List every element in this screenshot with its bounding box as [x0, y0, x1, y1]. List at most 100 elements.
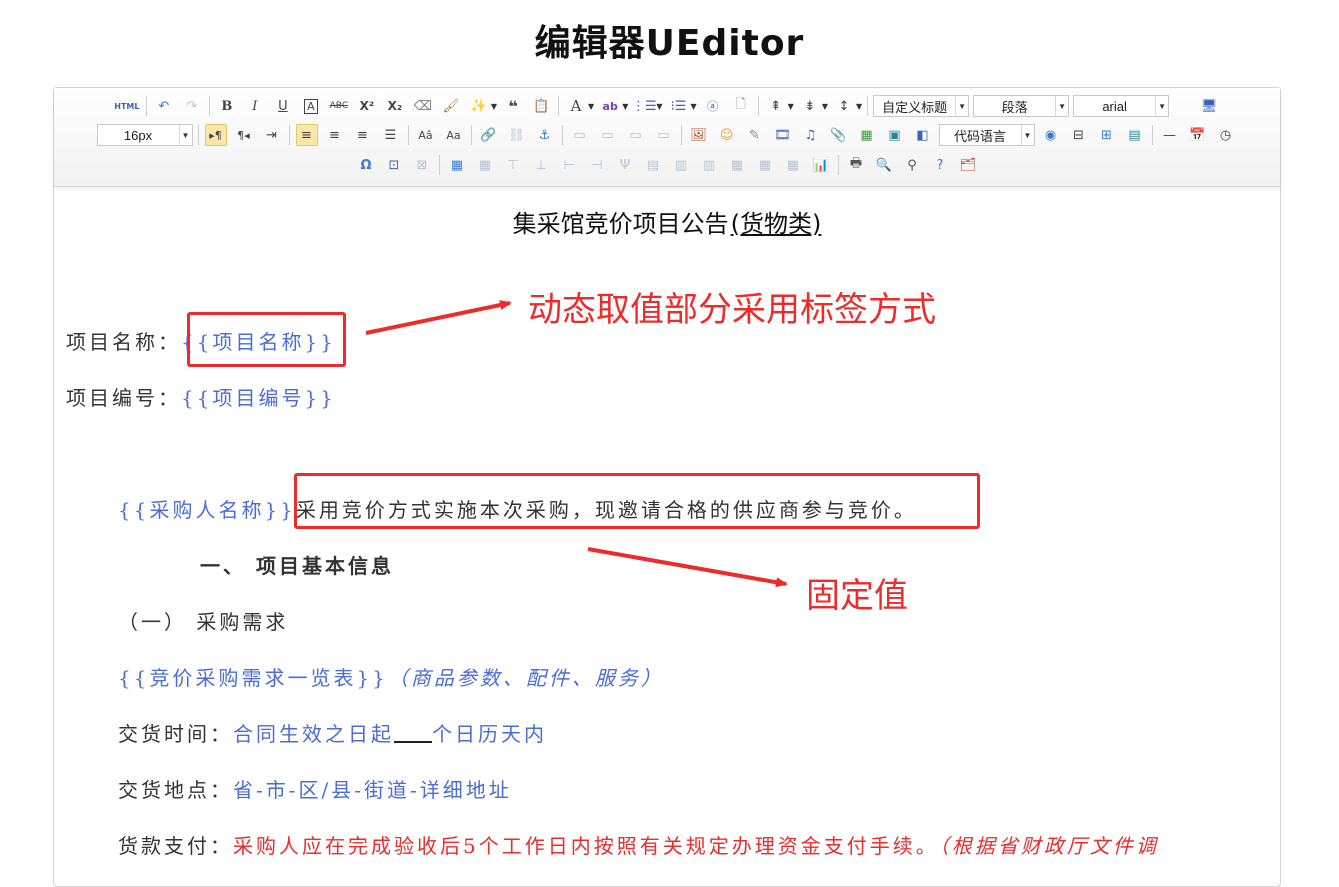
- font-size-select[interactable]: 16px ▼: [96, 124, 193, 146]
- custom-heading-select[interactable]: 自定义标题 ▼: [873, 95, 970, 117]
- paragraph-select[interactable]: 段落 ▼: [973, 95, 1070, 117]
- drafts-icon[interactable]: 🗂: [957, 154, 979, 176]
- strikethrough-icon[interactable]: ABC: [328, 95, 350, 117]
- font-border-icon[interactable]: A: [300, 95, 322, 117]
- template-icon[interactable]: ⊞: [1096, 124, 1118, 146]
- superscript-icon[interactable]: X²: [356, 95, 378, 117]
- code-language-select[interactable]: 代码语言 ▼: [938, 124, 1035, 146]
- search-replace-icon[interactable]: ⚲: [901, 154, 923, 176]
- insert-col-icon[interactable]: ⊣: [586, 154, 608, 176]
- split-to-cols-icon[interactable]: ▦: [782, 154, 804, 176]
- subscript-icon[interactable]: X₂: [384, 95, 406, 117]
- unordered-list-icon[interactable]: ⁝☰: [668, 95, 690, 117]
- insert-paragraph-before-table-icon[interactable]: ⊤: [502, 154, 524, 176]
- chevron-down-icon[interactable]: ▼: [691, 102, 697, 111]
- align-left-icon[interactable]: ≡: [295, 124, 318, 146]
- charts-icon[interactable]: 📊: [810, 154, 832, 176]
- italic-icon[interactable]: I: [244, 95, 266, 117]
- line-height-icon[interactable]: ↕: [833, 95, 855, 117]
- separator: [867, 96, 869, 116]
- web-app-icon[interactable]: ◉: [1040, 124, 1062, 146]
- anchor-icon[interactable]: ⚓: [534, 124, 556, 146]
- map-icon[interactable]: ▦: [856, 124, 878, 146]
- insert-image-icon[interactable]: 🖼: [688, 124, 710, 146]
- insert-frame-icon[interactable]: ◧: [912, 124, 934, 146]
- chevron-down-icon[interactable]: ▼: [788, 102, 794, 111]
- ordered-list-icon[interactable]: ⋮☰: [632, 95, 657, 117]
- scrawl-icon[interactable]: ✎: [744, 124, 766, 146]
- chevron-down-icon[interactable]: ▼: [656, 102, 662, 111]
- delete-table-icon[interactable]: ▦: [474, 154, 496, 176]
- merge-right-icon[interactable]: ▥: [670, 154, 692, 176]
- merge-cells-icon[interactable]: ▤: [642, 154, 664, 176]
- chevron-down-icon[interactable]: ▼: [622, 102, 628, 111]
- image-none-icon[interactable]: ▭: [569, 124, 591, 146]
- gmap-icon[interactable]: ▣: [884, 124, 906, 146]
- rtl-direction-icon[interactable]: ¶◂: [233, 124, 255, 146]
- date-icon[interactable]: 📅: [1187, 124, 1209, 146]
- word-image-icon[interactable]: ⊠: [411, 154, 433, 176]
- image-right-icon[interactable]: ▭: [625, 124, 647, 146]
- chevron-down-icon[interactable]: ▼: [588, 102, 594, 111]
- chevron-down-icon[interactable]: ▼: [491, 102, 497, 111]
- to-uppercase-icon[interactable]: Aâ: [415, 124, 437, 146]
- select-all-icon[interactable]: ⓐ: [702, 95, 724, 117]
- indent-icon[interactable]: ⇥: [261, 124, 283, 146]
- align-right-icon[interactable]: ≡: [352, 124, 374, 146]
- separator: [561, 125, 563, 145]
- delete-col-icon[interactable]: Ψ: [614, 154, 636, 176]
- undo-icon[interactable]: ↶: [153, 95, 175, 117]
- time-icon[interactable]: ◷: [1215, 124, 1237, 146]
- row-spacing-top-icon[interactable]: ⇞: [765, 95, 787, 117]
- emotion-icon[interactable]: ☺: [716, 124, 738, 146]
- html-source-button[interactable]: HTML: [114, 95, 140, 117]
- preview-icon[interactable]: 🔍: [873, 154, 895, 176]
- insert-table-icon[interactable]: ▦: [446, 154, 468, 176]
- print-icon[interactable]: 🖶: [845, 154, 867, 176]
- rich-text-editor[interactable]: HTML ↶ ↷ B I U A ABC X² X₂ ⌫ 🖌 ✨ ▼ ❝ 📋 A…: [53, 87, 1281, 887]
- merge-down-icon[interactable]: ▥: [698, 154, 720, 176]
- chevron-down-icon[interactable]: ▼: [822, 102, 828, 111]
- clear-document-icon[interactable]: 🗋: [730, 95, 752, 117]
- delete-row-icon[interactable]: ⊢: [558, 154, 580, 176]
- ltr-direction-icon[interactable]: ▸¶: [204, 124, 227, 146]
- separator: [439, 155, 440, 175]
- format-match-icon[interactable]: 🖌: [440, 95, 462, 117]
- paste-plain-icon[interactable]: 📋: [530, 95, 552, 117]
- align-justify-icon[interactable]: ☰: [380, 124, 402, 146]
- page-break-icon[interactable]: ⊟: [1068, 124, 1090, 146]
- fullscreen-icon[interactable]: 🖥: [1198, 95, 1220, 117]
- music-icon[interactable]: ♫: [800, 124, 822, 146]
- horizontal-rule-icon[interactable]: —: [1159, 124, 1181, 146]
- insert-row-icon[interactable]: ⊥: [530, 154, 552, 176]
- background-color-icon[interactable]: ab: [599, 95, 621, 117]
- subsection-heading: （一） 采购需求: [118, 610, 289, 634]
- attachment-icon[interactable]: 📎: [828, 124, 850, 146]
- underline-icon[interactable]: U: [272, 95, 294, 117]
- snap-screen-icon[interactable]: ⊡: [383, 154, 405, 176]
- fixed-value-highlight-box: [294, 473, 980, 529]
- blockquote-icon[interactable]: ❝: [502, 95, 524, 117]
- split-to-cells-icon[interactable]: ▦: [726, 154, 748, 176]
- link-icon[interactable]: 🔗: [478, 124, 500, 146]
- section-heading: 一、 项目基本信息: [200, 554, 394, 578]
- redo-icon[interactable]: ↷: [181, 95, 203, 117]
- font-family-select[interactable]: arial ▼: [1073, 95, 1170, 117]
- help-icon[interactable]: ?: [929, 154, 951, 176]
- split-to-rows-icon[interactable]: ▦: [754, 154, 776, 176]
- chevron-down-icon[interactable]: ▼: [856, 102, 862, 111]
- unlink-icon[interactable]: ⛓: [506, 124, 528, 146]
- special-chars-icon[interactable]: Ω: [355, 154, 377, 176]
- to-lowercase-icon[interactable]: Aa: [443, 124, 465, 146]
- align-center-icon[interactable]: ≡: [324, 124, 346, 146]
- remove-format-icon[interactable]: ⌫: [412, 95, 434, 117]
- bold-icon[interactable]: B: [216, 95, 238, 117]
- insert-video-icon[interactable]: 🎞: [772, 124, 794, 146]
- image-center-icon[interactable]: ▭: [653, 124, 675, 146]
- auto-typeset-icon[interactable]: ✨: [468, 95, 490, 117]
- font-color-icon[interactable]: A: [565, 95, 587, 117]
- row-spacing-bottom-icon[interactable]: ⇟: [799, 95, 821, 117]
- document-title: 集采馆竞价项目公告(货物类): [54, 204, 1280, 239]
- background-icon[interactable]: ▤: [1124, 124, 1146, 146]
- image-left-icon[interactable]: ▭: [597, 124, 619, 146]
